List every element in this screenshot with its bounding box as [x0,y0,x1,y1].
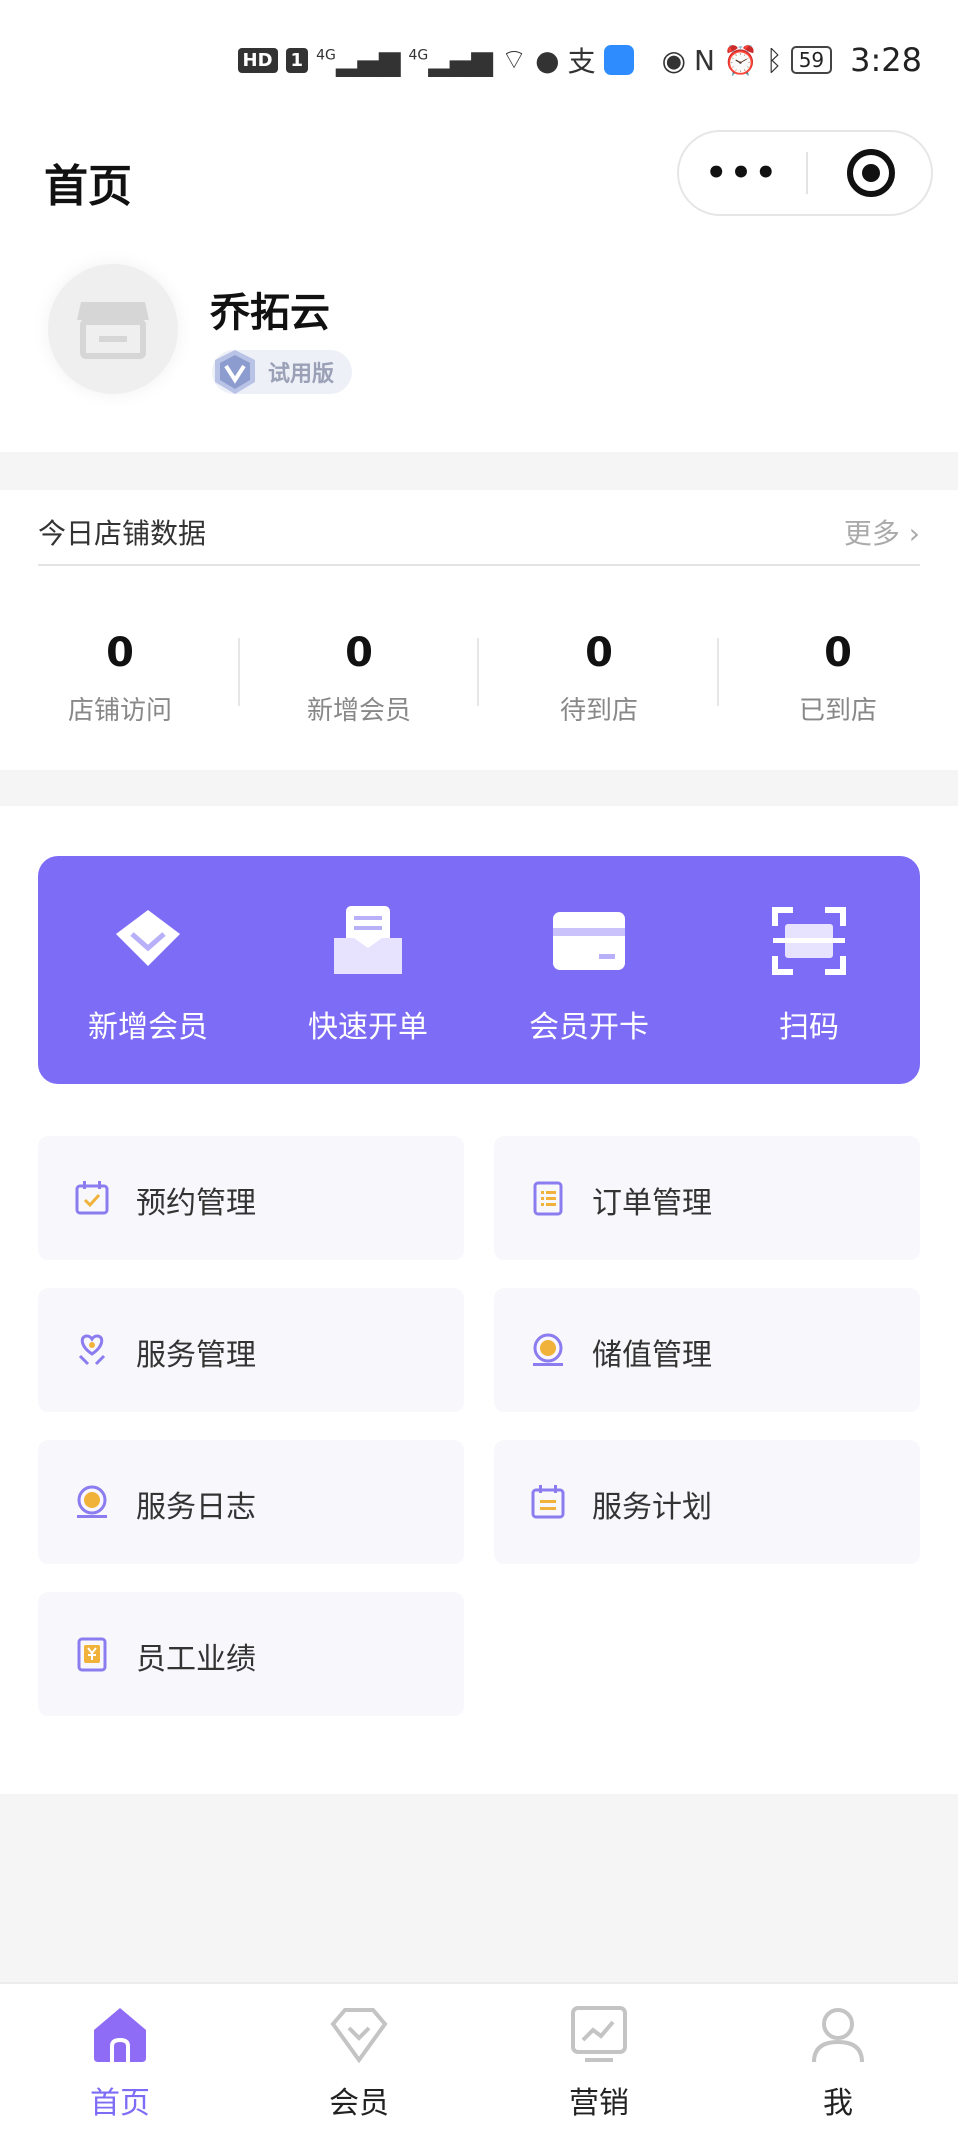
stat-new-members[interactable]: 0 新增会员 [239,630,479,727]
menu-item-service-plan[interactable]: 服务计划 [494,1440,920,1564]
stat-value: 0 [106,630,134,676]
chat-icon: ● [535,43,560,77]
close-miniprogram-button[interactable] [808,132,933,214]
nav-bar: 首页 ••• [0,120,958,230]
clipboard-list-icon [533,1181,563,1216]
tab-label: 首页 [90,2086,150,2121]
coin-icon [533,1333,563,1366]
store-header: 乔拓云 试用版 [0,230,958,452]
menu-item-staff-performance[interactable]: 员工业绩 [38,1592,464,1716]
menu-item-label: 员工业绩 [136,1642,256,1677]
quick-action-label: 新增会员 [88,1010,208,1045]
quick-action-label: 快速开单 [308,1010,428,1045]
stats-more-link[interactable]: 更多 › [844,512,920,552]
stat-arrived[interactable]: 0 已到店 [718,630,958,727]
store-stats-panel: 今日店铺数据 更多 › 0 店铺访问 0 新增会员 0 待到店 0 已到店 [0,490,958,770]
stat-pending-arrival[interactable]: 0 待到店 [479,630,719,727]
user-icon [812,2008,864,2063]
heart-hand-icon [78,1334,106,1366]
section-gap [0,452,958,490]
menu-item-label: 服务日志 [136,1490,256,1525]
receipt-icon [334,906,402,974]
more-button[interactable]: ••• [679,132,806,214]
status-bar: HD 1 4G▂▄▆ 4G▂▄▆ ⌔ ● 支 ◉ N ⏰ ᛒ 59 3:28 [0,0,958,120]
target-icon [846,149,895,197]
miniprogram-capsule: ••• [677,130,933,216]
eye-icon: ◉ [661,43,687,77]
diamond-icon [116,910,180,966]
stat-value: 0 [585,630,613,676]
tab-home[interactable]: 首页 [0,2002,240,2122]
menu-item-label: 储值管理 [592,1338,712,1373]
quick-open-card-button[interactable]: 会员开卡 [479,904,699,1046]
quick-scan-button[interactable]: 扫码 [699,904,919,1046]
chart-screen-icon [571,2006,627,2062]
stat-label: 店铺访问 [67,696,172,726]
quick-action-label: 会员开卡 [529,1010,649,1045]
section-gap [0,770,958,806]
page-bottom-area [0,1794,958,1982]
bluetooth-icon: ᛒ [765,43,783,77]
stat-value: 0 [345,630,373,676]
store-name: 乔拓云 [210,290,330,336]
tab-label: 营销 [569,2086,629,2121]
coin-log-icon [77,1485,107,1518]
menu-item-orders[interactable]: 订单管理 [494,1136,920,1260]
stat-label: 已到店 [798,696,877,726]
card-icon [553,912,625,970]
stats-title: 今日店铺数据 [38,517,207,550]
v-shield-icon [215,350,255,394]
divider [38,564,920,566]
diamond-outline-icon [330,2008,388,2064]
shop-icon [77,302,149,359]
tab-me[interactable]: 我 [718,2002,958,2122]
quick-create-order-button[interactable]: 快速开单 [258,904,478,1046]
wifi-icon: ⌔ [500,42,528,76]
alarm-icon: ⏰ [723,43,758,77]
stat-value: 0 [824,630,852,676]
calendar-check-icon [75,1181,109,1215]
menu-item-stored-value[interactable]: 储值管理 [494,1288,920,1412]
cloud-icon [603,45,634,75]
hd-indicator: HD [237,47,278,73]
scan-icon [772,907,846,975]
trial-badge: 试用版 [212,350,353,394]
tab-label: 我 [823,2086,853,2121]
tab-label: 会员 [329,2086,389,2121]
home-icon [94,2008,146,2062]
menu-item-service-log[interactable]: 服务日志 [38,1440,464,1564]
signal-icon: 4G▂▄▆ [316,43,401,77]
menu-item-label: 服务管理 [136,1338,256,1373]
tab-members[interactable]: 会员 [239,2002,479,2122]
stat-label: 待到店 [559,696,638,726]
quick-action-label: 扫码 [779,1010,839,1045]
stat-store-visits[interactable]: 0 店铺访问 [0,630,240,727]
menu-item-label: 服务计划 [592,1490,712,1525]
menu-item-service[interactable]: 服务管理 [38,1288,464,1412]
menu-item-label: 预约管理 [136,1186,256,1221]
page-title: 首页 [44,161,132,212]
nfc-icon: N [694,43,715,77]
store-avatar[interactable] [48,264,178,394]
calendar-list-icon [531,1485,565,1519]
menu-item-appointment[interactable]: 预约管理 [38,1136,464,1260]
stat-label: 新增会员 [306,696,411,726]
quick-actions-panel: 新增会员 快速开单 会员开卡 扫码 [38,856,920,1084]
trial-label: 试用版 [268,362,335,387]
menu-item-label: 订单管理 [592,1186,712,1221]
signal-icon-2: 4G▂▄▆ [408,43,493,77]
tab-marketing[interactable]: 营销 [479,2002,719,2122]
clock: 3:28 [850,41,922,79]
quick-add-member-button[interactable]: 新增会员 [38,904,258,1046]
alipay-icon: 支 [567,45,596,78]
battery-indicator: 59 [790,46,833,74]
sim-indicator: 1 [285,47,309,73]
bottom-tab-bar: 首页 会员 营销 我 [0,1982,958,2130]
yen-doc-icon [77,1637,107,1672]
